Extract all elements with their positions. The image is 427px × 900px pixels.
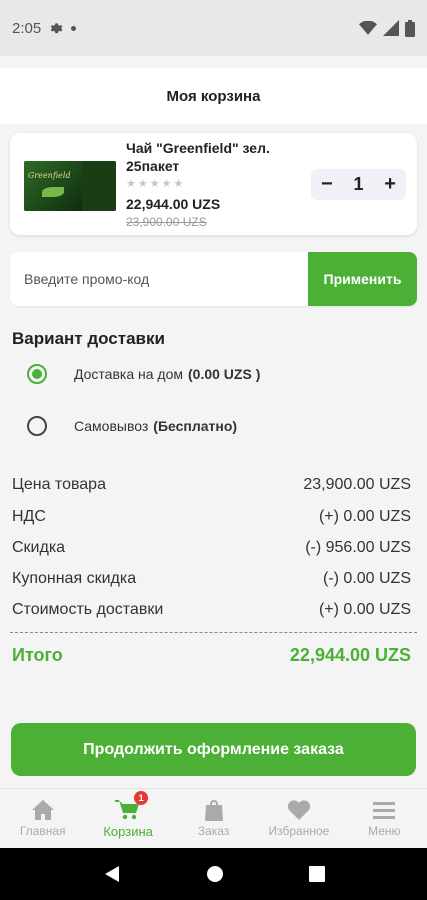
quantity-stepper[interactable]: − 1 + <box>311 169 406 200</box>
delivery-option-price: (0.00 UZS ) <box>188 366 261 382</box>
quantity-value: 1 <box>353 174 364 194</box>
radio-unselected-icon[interactable] <box>27 416 47 436</box>
summary-value: 23,900.00 UZS <box>303 476 411 493</box>
summary-row: Купонная скидка (-) 0.00 UZS <box>12 570 411 588</box>
recents-icon[interactable] <box>308 866 325 882</box>
product-image: Greenfield <box>24 161 116 211</box>
bottom-navigation: Главная 1 Корзина Заказ Избранное Меню <box>0 788 427 848</box>
total-label: Итого <box>12 645 63 665</box>
status-time: 2:05 <box>12 19 42 37</box>
nav-label: Корзина <box>103 823 153 839</box>
system-navigation-bar <box>0 848 427 900</box>
summary-row: НДС (+) 0.00 UZS <box>12 508 411 526</box>
summary-divider <box>10 632 417 633</box>
home-circle-icon[interactable] <box>206 865 224 883</box>
summary-row: Скидка (-) 956.00 UZS <box>12 539 411 557</box>
summary-value: (+) 0.00 UZS <box>318 508 411 525</box>
product-old-price: 23,900.00 UZS <box>126 215 207 229</box>
rating-stars: ★★★★★ <box>126 178 186 190</box>
menu-icon <box>373 802 396 819</box>
home-icon <box>31 800 54 820</box>
summary-label: Купонная скидка <box>12 570 137 587</box>
decrease-quantity-button[interactable]: − <box>321 173 333 196</box>
delivery-option-label: Самовывоз <box>74 418 149 434</box>
summary-value: (+) 0.00 UZS <box>318 601 411 618</box>
product-price: 22,944.00 UZS <box>126 196 221 212</box>
delivery-option-home[interactable]: Доставка на дом (0.00 UZS ) <box>27 364 260 384</box>
summary-label: НДС <box>12 508 46 525</box>
increase-quantity-button[interactable]: + <box>384 173 396 196</box>
total-value: 22,944.00 UZS <box>289 645 411 665</box>
page-header: Моя корзина <box>0 68 427 124</box>
nav-item-menu[interactable]: Меню <box>342 789 427 848</box>
nav-label: Главная <box>19 824 66 838</box>
summary-value: (-) 956.00 UZS <box>305 539 411 556</box>
back-icon[interactable] <box>103 865 121 883</box>
cart-count-badge: 1 <box>134 791 149 805</box>
summary-row: Стоимость доставки (+) 0.00 UZS <box>12 601 411 619</box>
summary-label: Цена товара <box>12 476 106 493</box>
wifi-icon <box>359 21 377 35</box>
summary-row: Цена товара 23,900.00 UZS <box>12 476 411 494</box>
nav-label: Избранное <box>268 824 330 838</box>
promo-code-input[interactable] <box>10 252 308 306</box>
heart-icon <box>287 800 311 820</box>
nav-item-favorites[interactable]: Избранное <box>256 789 341 848</box>
bag-icon <box>204 800 223 821</box>
settings-icon <box>50 23 63 34</box>
summary-label: Скидка <box>12 539 66 556</box>
battery-icon <box>405 19 415 37</box>
status-bar: 2:05 <box>0 0 427 56</box>
nav-item-home[interactable]: Главная <box>0 789 85 848</box>
delivery-option-pickup[interactable]: Самовывоз (Бесплатно) <box>27 416 237 436</box>
checkout-button[interactable]: Продолжить оформление заказа <box>11 723 416 776</box>
nav-label: Заказ <box>197 824 230 838</box>
total-row: Итого 22,944.00 UZS <box>12 645 411 666</box>
nav-label: Меню <box>368 824 401 838</box>
nav-item-cart[interactable]: 1 Корзина <box>85 789 170 848</box>
apply-promo-button[interactable]: Применить <box>308 252 417 306</box>
delivery-option-label: Доставка на дом <box>74 366 183 382</box>
notification-dot-icon <box>71 25 77 31</box>
signal-icon <box>383 20 399 36</box>
delivery-option-price: (Бесплатно) <box>153 418 238 434</box>
page-title: Моя корзина <box>166 87 261 105</box>
product-name: Чай "Greenfield" зел. 25пакет <box>126 140 270 174</box>
summary-label: Стоимость доставки <box>12 601 164 618</box>
nav-item-orders[interactable]: Заказ <box>171 789 256 848</box>
promo-code-section: Применить <box>10 252 417 306</box>
delivery-section-title: Вариант доставки <box>12 329 165 348</box>
summary-value: (-) 0.00 UZS <box>322 570 411 587</box>
radio-selected-icon[interactable] <box>27 364 47 384</box>
